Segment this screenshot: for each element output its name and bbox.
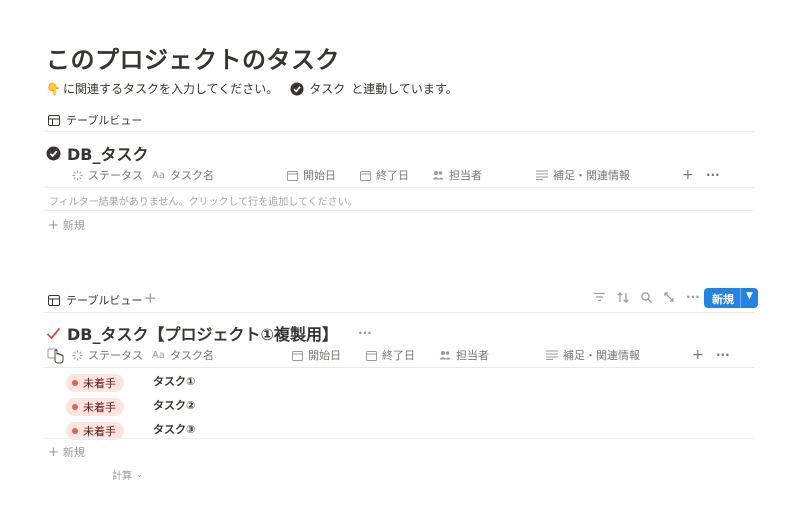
column-header-notes[interactable]: 補足・関連情報: [536, 167, 630, 183]
column-header-end-date[interactable]: 終了日: [360, 167, 409, 183]
divider: [44, 187, 754, 188]
column-header-end-date[interactable]: 終了日: [366, 347, 415, 363]
people-icon: [432, 170, 444, 180]
divider: [44, 438, 754, 439]
table-row[interactable]: 未着手: [66, 371, 124, 392]
chevron-down-icon: ⌄: [136, 470, 143, 479]
status-dot: [72, 380, 78, 386]
add-view-plus-icon[interactable]: +: [144, 289, 157, 307]
column-header-start-date[interactable]: 開始日: [287, 167, 336, 183]
more-dots-icon[interactable]: ···: [706, 168, 720, 182]
linked-db-link[interactable]: タスク: [309, 80, 345, 97]
status-loading-icon: [72, 169, 83, 181]
column-header-notes[interactable]: 補足・関連情報: [546, 347, 640, 363]
add-column-plus-icon[interactable]: +: [692, 347, 704, 363]
status-badge[interactable]: 未着手: [66, 374, 124, 392]
calendar-icon: [366, 350, 377, 361]
calendar-icon: [360, 170, 371, 181]
filter-icon[interactable]: [594, 292, 605, 302]
column-header-status[interactable]: ステータス: [72, 347, 143, 363]
status-dot: [72, 428, 78, 434]
task-name-cell[interactable]: タスク③: [153, 421, 195, 437]
page-title: このプロジェクトのタスク: [46, 46, 340, 74]
table-row[interactable]: 未着手: [66, 419, 124, 440]
db-title-1[interactable]: DB_タスク: [46, 141, 148, 165]
column-header-assignee[interactable]: 担当者: [439, 347, 489, 363]
more-dots-icon[interactable]: ···: [686, 290, 700, 304]
new-row-button-1[interactable]: + 新規: [48, 217, 85, 233]
empty-filter-message[interactable]: フィルター結果がありません。クリックして行を追加してください。: [49, 193, 358, 208]
column-header-status[interactable]: ステータス: [72, 167, 143, 183]
text-type-icon: Aa: [152, 349, 165, 361]
db-title-text: DB_タスク【プロジェクト①複製用】: [67, 325, 339, 344]
task-name-cell[interactable]: タスク②: [153, 397, 195, 413]
new-button-label: 新規: [712, 293, 734, 306]
new-button[interactable]: 新規 ▼: [704, 288, 758, 308]
column-header-start-date[interactable]: 開始日: [292, 347, 341, 363]
text-lines-icon: [536, 170, 548, 180]
table-header-2: ステータス Aa タスク名 開始日 終了日 担当者 補足・関連情報 + ···: [0, 343, 800, 367]
table-icon: [48, 294, 60, 306]
column-header-assignee[interactable]: 担当者: [432, 167, 482, 183]
divider: [44, 367, 754, 368]
table-icon: [48, 114, 60, 126]
db-title-2[interactable]: DB_タスク【プロジェクト①複製用】 ···: [46, 321, 372, 345]
more-dots-icon[interactable]: ···: [358, 326, 372, 340]
add-column-plus-icon[interactable]: +: [682, 167, 694, 183]
divider: [44, 131, 754, 132]
text-lines-icon: [546, 350, 558, 360]
table-toolbar: ···: [594, 290, 700, 304]
task-check-icon: [46, 146, 61, 161]
more-dots-icon[interactable]: ···: [716, 348, 730, 362]
calendar-icon: [292, 350, 303, 361]
column-header-task-name[interactable]: Aa タスク名: [152, 347, 214, 363]
calculate-dropdown[interactable]: 計算 ⌄: [112, 467, 143, 482]
status-dot: [72, 404, 78, 410]
text-type-icon: Aa: [152, 169, 165, 181]
view-tab-table-2[interactable]: テーブルビュー: [48, 292, 142, 308]
calendar-icon: [287, 170, 298, 181]
expand-icon[interactable]: [664, 292, 674, 302]
task-name-cell[interactable]: タスク①: [153, 373, 195, 389]
table-header-1: ステータス Aa タスク名 開始日 終了日 担当者 補足・関連情報 + ···: [0, 163, 800, 187]
view-tab-label: テーブルビュー: [66, 294, 143, 307]
status-loading-icon: [72, 349, 83, 361]
column-header-task-name[interactable]: Aa タスク名: [152, 167, 214, 183]
chevron-down-icon[interactable]: ▼: [740, 288, 758, 308]
search-icon[interactable]: [641, 291, 652, 303]
divider: [44, 312, 754, 313]
select-all-checkbox[interactable]: [47, 346, 65, 364]
point-down-emoji-icon: 👇: [46, 81, 61, 96]
plus-icon: +: [48, 444, 59, 460]
people-icon: [439, 350, 451, 360]
divider: [44, 210, 754, 211]
plus-icon: +: [48, 217, 59, 233]
table-row[interactable]: 未着手: [66, 395, 124, 416]
description-text-after: と連動しています。: [351, 82, 458, 96]
checkmark-icon: [46, 327, 61, 340]
sort-icon[interactable]: [617, 291, 629, 303]
task-check-icon: [290, 82, 304, 96]
status-badge[interactable]: 未着手: [66, 398, 124, 416]
description-text-before: に関連するタスクを入力してください。: [62, 82, 279, 96]
new-row-button-2[interactable]: + 新規: [48, 444, 85, 460]
page-description: 👇 に関連するタスクを入力してください。 タスク と連動しています。: [46, 80, 458, 97]
view-tab-table-1[interactable]: テーブルビュー: [48, 112, 142, 128]
db-title-text: DB_タスク: [67, 145, 149, 164]
view-tab-label: テーブルビュー: [66, 114, 143, 127]
